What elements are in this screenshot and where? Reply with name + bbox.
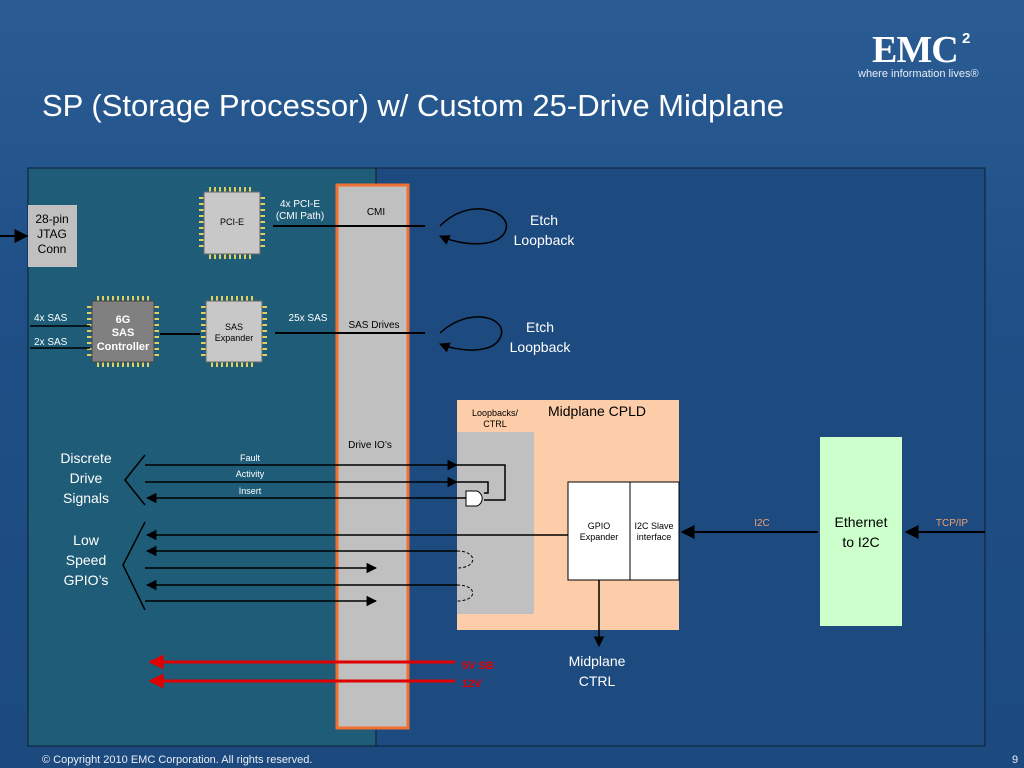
- sas-25x-label: 25x SAS: [289, 313, 328, 324]
- copyright-text: © Copyright 2010 EMC Corporation. All ri…: [42, 754, 313, 766]
- i2c-slave-label-1: I2C Slave: [634, 521, 673, 531]
- etch-loopback-1-label-1: Etch: [530, 212, 558, 228]
- loopbacks-ctrl-area: [457, 432, 534, 614]
- etch-loopback-2-label-2: Loopback: [510, 339, 572, 355]
- pcie-bus-label-1: 4x PCI-E: [280, 199, 320, 210]
- ethernet-to-i2c-box: [820, 437, 902, 626]
- midplane-cpld-label: Midplane CPLD: [548, 403, 646, 419]
- power-12v-label: 12V: [462, 678, 482, 690]
- i2c-slave-box: [629, 481, 680, 581]
- sas-controller-label-3: Controller: [97, 341, 150, 353]
- sas-4x-label: 4x SAS: [34, 313, 68, 324]
- pcie-chip-label: PCI-E: [220, 217, 244, 227]
- sas-expander-label-1: SAS: [225, 322, 243, 332]
- ethernet-label-1: Ethernet: [835, 514, 888, 530]
- architecture-diagram: 28-pin JTAG Conn PCI-E 4x PCI-E (CMI Pat…: [0, 167, 986, 747]
- sas-drives-label: SAS Drives: [348, 320, 399, 331]
- loopbacks-ctrl-label-2: CTRL: [483, 419, 507, 429]
- sas-controller-label-2: SAS: [112, 327, 135, 339]
- etch-loopback-1-label-2: Loopback: [514, 232, 576, 248]
- etch-loopback-2-label-1: Etch: [526, 319, 554, 335]
- drive-ios-label: Drive IO’s: [348, 440, 392, 451]
- gpio-expander-label-1: GPIO: [588, 521, 611, 531]
- midplane-connector-bar: [335, 183, 410, 730]
- jtag-label-2: JTAG: [37, 227, 67, 241]
- loopbacks-ctrl-label-1: Loopbacks/: [472, 408, 519, 418]
- insert-label: Insert: [239, 486, 262, 496]
- ethernet-label-2: to I2C: [842, 534, 879, 550]
- low-speed-label-3: GPIO’s: [64, 572, 109, 588]
- discrete-label-2: Drive: [70, 470, 103, 486]
- pcie-bus-label-2: (CMI Path): [276, 211, 324, 222]
- sas-2x-label: 2x SAS: [34, 337, 68, 348]
- sas-controller-label-1: 6G: [116, 314, 131, 326]
- cmi-label: CMI: [367, 207, 385, 218]
- fault-label: Fault: [240, 453, 261, 463]
- activity-label: Activity: [236, 469, 265, 479]
- sas-expander-label-2: Expander: [215, 333, 254, 343]
- low-speed-label-1: Low: [73, 532, 100, 548]
- discrete-label-1: Discrete: [60, 450, 112, 466]
- midplane-ctrl-label-2: CTRL: [579, 673, 616, 689]
- midplane-ctrl-label-1: Midplane: [569, 653, 626, 669]
- gpio-expander-box: [567, 481, 631, 581]
- jtag-label-1: 28-pin: [35, 212, 68, 226]
- gpio-expander-label-2: Expander: [580, 532, 619, 542]
- i2c-label: I2C: [754, 518, 770, 529]
- jtag-label-3: Conn: [38, 242, 67, 256]
- tcpip-label: TCP/IP: [936, 518, 969, 529]
- and-gate-icon: [465, 490, 483, 507]
- i2c-slave-label-2: interface: [637, 532, 672, 542]
- discrete-label-3: Signals: [63, 490, 109, 506]
- page-number: 9: [1012, 754, 1019, 766]
- power-5v-label: 5V SB: [462, 660, 494, 672]
- low-speed-label-2: Speed: [66, 552, 106, 568]
